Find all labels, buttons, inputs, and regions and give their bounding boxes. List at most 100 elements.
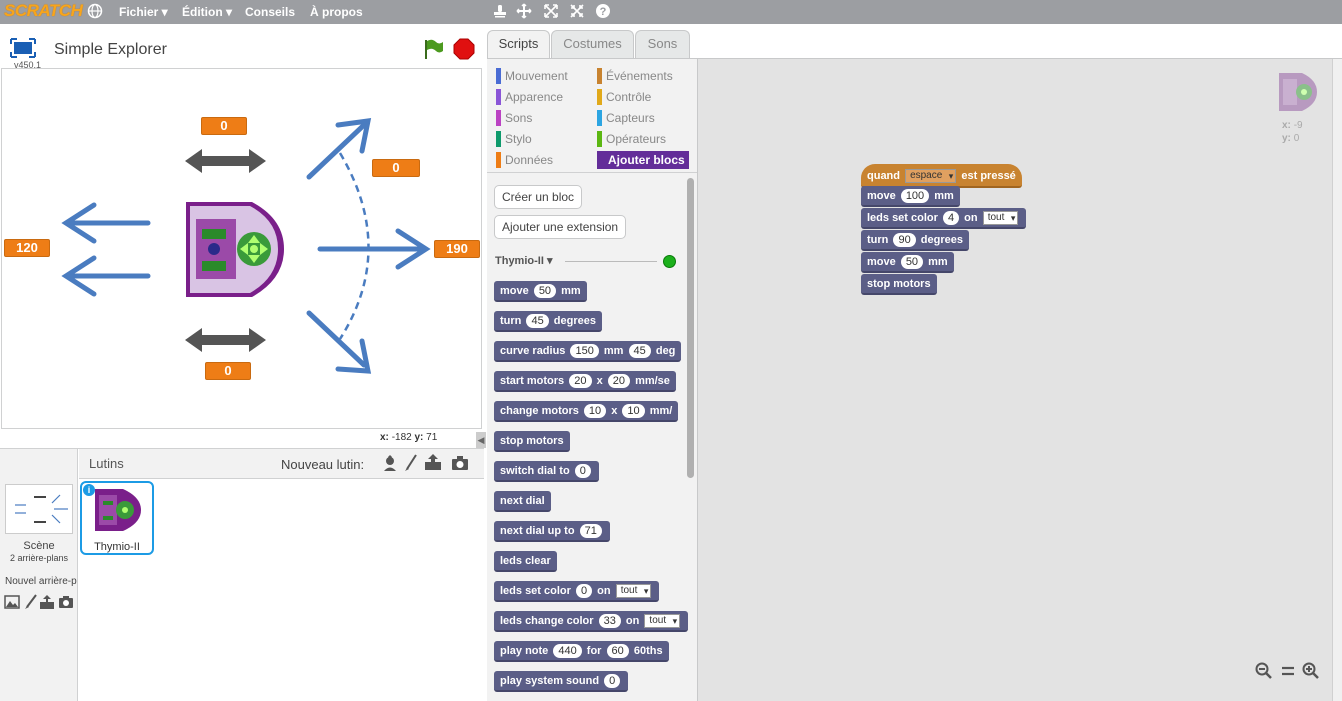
sprite-name: Thymio-II (94, 541, 140, 553)
globe-icon[interactable] (86, 3, 104, 21)
palette-block-move[interactable]: move 50 mm (494, 281, 587, 302)
x-label: x: (380, 432, 389, 443)
menu-conseils[interactable]: Conseils (245, 5, 295, 19)
script-block-stop-motors[interactable]: stop motors (861, 274, 937, 295)
fullscreen-icon[interactable] (10, 38, 36, 58)
thymio-robot-sprite[interactable] (186, 202, 284, 297)
palette-block-leds-clear[interactable]: leds clear (494, 551, 557, 572)
script-block-leds-set-color[interactable]: leds set color 4 on tout (861, 208, 1027, 229)
palette-block-play-system-sound[interactable]: play system sound 0 (494, 671, 629, 692)
new-backdrop-label: Nouvel arrière-p (5, 576, 77, 587)
sprite-library-icon[interactable] (381, 454, 399, 472)
y-value: 71 (426, 432, 438, 443)
stamp-icon[interactable] (491, 3, 509, 21)
sprites-header: Lutins Nouveau lutin: (79, 449, 484, 479)
category-capteurs[interactable]: Capteurs (597, 109, 689, 127)
new-sprite-label: Nouveau lutin: (281, 457, 365, 472)
monitor-top: 0 (201, 117, 247, 135)
monitor-bottom: 0 (205, 362, 251, 380)
menu-edition[interactable]: Édition ▾ (182, 5, 232, 19)
current-sprite-coords: x: -9 y: 0 (1282, 120, 1303, 144)
extension-divider (565, 261, 657, 262)
stage-header: v450.1 Simple Explorer (0, 24, 486, 70)
svg-text:?: ? (600, 6, 607, 18)
camera-icon[interactable] (58, 595, 74, 609)
green-flag-icon[interactable] (422, 38, 444, 60)
project-title[interactable]: Simple Explorer (54, 41, 167, 59)
palette-block-start-motors[interactable]: start motors 20 x 20 mm/se (494, 371, 676, 392)
tab-scripts[interactable]: Scripts (487, 30, 550, 59)
tab-sons[interactable]: Sons (635, 30, 690, 58)
category-mouvement[interactable]: Mouvement (496, 67, 588, 85)
palette-block-switch-dial[interactable]: switch dial to 0 (494, 461, 599, 482)
category-selector: Mouvement Événements Apparence Contrôle … (487, 58, 697, 172)
scratch-logo[interactable]: SCRATCH (4, 1, 83, 21)
camera-icon[interactable] (451, 455, 469, 471)
zoom-out-icon[interactable] (1255, 662, 1273, 680)
category-ajouter-blocs[interactable]: Ajouter blocs (597, 151, 689, 169)
script-block-move[interactable]: move 100 mm (861, 186, 960, 207)
menu-fichier[interactable]: Fichier ▾ (119, 5, 168, 19)
shrink-icon[interactable] (568, 3, 586, 21)
palette-block-turn[interactable]: turn 45 degrees (494, 311, 602, 332)
scene-thumbnail[interactable] (5, 484, 73, 534)
collapse-stage-handle[interactable]: ◀ (476, 432, 486, 448)
palette-block-change-motors[interactable]: change motors 10 x 10 mm/ (494, 401, 679, 422)
category-operateurs[interactable]: Opérateurs (597, 130, 689, 148)
script-hat-when-key-pressed[interactable]: quand espace est pressé (861, 164, 1022, 188)
script-block-move[interactable]: move 50 mm (861, 252, 954, 273)
block-palette: Créer un bloc Ajouter une extension Thym… (487, 172, 697, 701)
sprites-title: Lutins (89, 456, 124, 471)
menu-bar: SCRATCH Fichier ▾ Édition ▾ Conseils À p… (0, 0, 1342, 24)
left-arrow-icon (61, 202, 151, 297)
category-apparence[interactable]: Apparence (496, 88, 588, 106)
scene-label: Scène (23, 540, 55, 552)
scripts-area[interactable]: quand espace est pressé move 100 mm leds… (697, 58, 1342, 701)
palette-block-next-dial[interactable]: next dial (494, 491, 551, 512)
category-stylo[interactable]: Stylo (496, 130, 588, 148)
add-extension-button[interactable]: Ajouter une extension (494, 215, 627, 239)
zoom-in-icon[interactable] (1302, 662, 1320, 680)
stop-sign-icon[interactable] (453, 38, 475, 60)
current-sprite-thumbnail (1278, 72, 1318, 112)
palette-block-next-dial-up-to[interactable]: next dial up to 71 (494, 521, 610, 542)
palette-block-stop-motors[interactable]: stop motors (494, 431, 570, 452)
menu-a-propos[interactable]: À propos (310, 5, 363, 19)
help-icon[interactable]: ? (594, 3, 612, 21)
double-arrow-icon (185, 328, 266, 352)
curve-path (338, 152, 370, 340)
category-controle[interactable]: Contrôle (597, 88, 689, 106)
scripts-scrollbar[interactable] (1332, 59, 1342, 701)
extension-name[interactable]: Thymio-II ▾ (495, 254, 552, 267)
extension-status-indicator (663, 255, 676, 268)
monitor-right: 190 (434, 240, 480, 258)
zoom-reset-icon[interactable] (1279, 662, 1297, 680)
palette-block-curve-radius[interactable]: curve radius 150 mm 45 deg (494, 341, 682, 362)
palette-block-leds-set-color[interactable]: leds set color 0 on tout (494, 581, 660, 602)
stage-canvas[interactable]: 0 0 120 190 0 (1, 68, 482, 429)
category-evenements[interactable]: Événements (597, 67, 689, 85)
paintbrush-icon[interactable] (404, 454, 418, 472)
scene-backdrops-count: 2 arrière-plans (9, 553, 69, 563)
sprite-thumbnail[interactable]: i Thymio-II (80, 481, 154, 555)
palette-block-play-note[interactable]: play note 440 for 60 60ths (494, 641, 669, 662)
mouse-coords: x: -182 y: 71 (380, 432, 437, 443)
monitor-curve: 0 (372, 159, 420, 177)
scene-column: Scène 2 arrière-plans Nouvel arrière-p (0, 449, 78, 701)
upload-icon[interactable] (39, 594, 55, 610)
scissors-icon[interactable] (515, 3, 533, 21)
upload-icon[interactable] (424, 453, 442, 471)
y-label: y: (414, 432, 424, 443)
palette-block-leds-change-color[interactable]: leds change color 33 on tout (494, 611, 689, 632)
grow-icon[interactable] (542, 3, 560, 21)
palette-scrollbar[interactable] (687, 178, 694, 478)
category-sons[interactable]: Sons (496, 109, 588, 127)
double-arrow-icon (185, 149, 266, 173)
create-block-button[interactable]: Créer un bloc (494, 185, 583, 209)
category-donnees[interactable]: Données (496, 151, 588, 169)
monitor-left: 120 (4, 239, 50, 257)
tab-costumes[interactable]: Costumes (551, 30, 634, 58)
script-block-turn[interactable]: turn 90 degrees (861, 230, 969, 251)
paintbrush-icon[interactable] (24, 594, 38, 610)
image-icon[interactable] (4, 595, 20, 609)
